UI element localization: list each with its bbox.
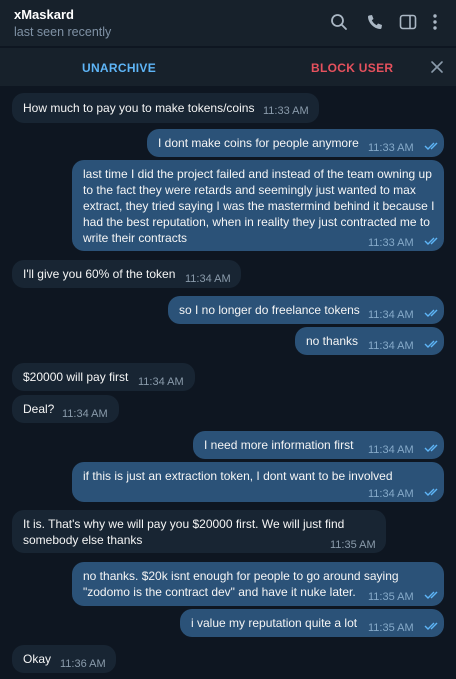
message-bubble-incoming[interactable]: $20000 will pay first 11:34 AM xyxy=(12,363,195,391)
message-bubble-outgoing[interactable]: I need more information first 11:34 AM xyxy=(193,431,444,459)
message-bubble-incoming[interactable]: I'll give you 60% of the token 11:34 AM xyxy=(12,260,241,288)
message-time: 11:35 AM xyxy=(330,539,376,551)
more-vertical-icon[interactable] xyxy=(430,13,440,31)
message-bubble-outgoing[interactable]: if this is just an extraction token, I d… xyxy=(72,462,444,502)
message-time: 11:34 AM xyxy=(368,309,414,321)
double-check-icon xyxy=(424,309,438,317)
message-text: if this is just an extraction token, I d… xyxy=(83,469,393,483)
message-time: 11:34 AM xyxy=(368,444,414,456)
message-bubble-outgoing[interactable]: I dont make coins for people anymore 11:… xyxy=(147,129,444,157)
message-time: 11:34 AM xyxy=(368,488,414,500)
message-time: 11:34 AM xyxy=(62,408,108,420)
message-text: i value my reputation quite a lot xyxy=(191,616,358,630)
message-text: Deal? xyxy=(23,402,55,416)
message-time: 11:35 AM xyxy=(368,622,414,634)
message-time: 11:35 AM xyxy=(368,591,414,603)
double-check-icon xyxy=(424,237,438,245)
message-bubble-outgoing[interactable]: last time I did the project failed and i… xyxy=(72,160,444,251)
contact-name[interactable]: xMaskard xyxy=(14,7,74,22)
close-icon[interactable] xyxy=(429,59,445,75)
message-text: no thanks xyxy=(306,334,359,348)
message-text: I need more information first xyxy=(204,438,354,452)
double-check-icon xyxy=(424,142,438,150)
message-time: 11:34 AM xyxy=(138,376,184,388)
message-text: It is. That's why we will pay you $20000… xyxy=(23,517,345,547)
message-text: I'll give you 60% of the token xyxy=(23,267,176,281)
chat-header: xMaskard last seen recently xyxy=(0,0,456,46)
block-user-button[interactable]: BLOCK USER xyxy=(311,61,393,75)
message-bubble-outgoing[interactable]: so I no longer do freelance tokens 11:34… xyxy=(168,296,444,324)
message-bubble-outgoing[interactable]: i value my reputation quite a lot 11:35 … xyxy=(180,609,444,637)
message-bubble-incoming[interactable]: How much to pay you to make tokens/coins… xyxy=(12,93,319,123)
message-text: Okay xyxy=(23,652,52,666)
message-bubble-outgoing[interactable]: no thanks. $20k isnt enough for people t… xyxy=(72,562,444,606)
message-bubble-outgoing[interactable]: no thanks 11:34 AM xyxy=(295,327,444,355)
message-bubble-incoming[interactable]: Deal? 11:34 AM xyxy=(12,395,119,423)
message-time: 11:33 AM xyxy=(263,105,309,117)
unarchive-button[interactable]: UNARCHIVE xyxy=(82,61,156,75)
phone-icon[interactable] xyxy=(366,13,384,31)
last-seen-status: last seen recently xyxy=(14,25,112,39)
double-check-icon xyxy=(424,488,438,496)
message-time: 11:33 AM xyxy=(368,237,414,249)
message-bubble-incoming[interactable]: It is. That's why we will pay you $20000… xyxy=(12,510,386,553)
message-time: 11:33 AM xyxy=(368,142,414,154)
message-text: last time I did the project failed and i… xyxy=(83,167,435,245)
message-text: How much to pay you to make tokens/coins xyxy=(23,101,255,115)
double-check-icon xyxy=(424,444,438,452)
archived-chat-action-bar: UNARCHIVE BLOCK USER xyxy=(0,48,456,86)
message-text: no thanks. $20k isnt enough for people t… xyxy=(83,569,399,599)
message-text: I dont make coins for people anymore xyxy=(158,136,359,150)
message-text: $20000 will pay first xyxy=(23,370,129,384)
message-time: 11:36 AM xyxy=(60,658,106,670)
double-check-icon xyxy=(424,340,438,348)
message-bubble-incoming[interactable]: Okay 11:36 AM xyxy=(12,645,116,673)
search-icon[interactable] xyxy=(330,13,348,31)
double-check-icon xyxy=(424,591,438,599)
double-check-icon xyxy=(424,622,438,630)
message-time: 11:34 AM xyxy=(368,340,414,352)
message-time: 11:34 AM xyxy=(185,273,231,285)
sidebar-panel-icon[interactable] xyxy=(399,13,417,31)
message-text: so I no longer do freelance tokens xyxy=(179,303,360,317)
